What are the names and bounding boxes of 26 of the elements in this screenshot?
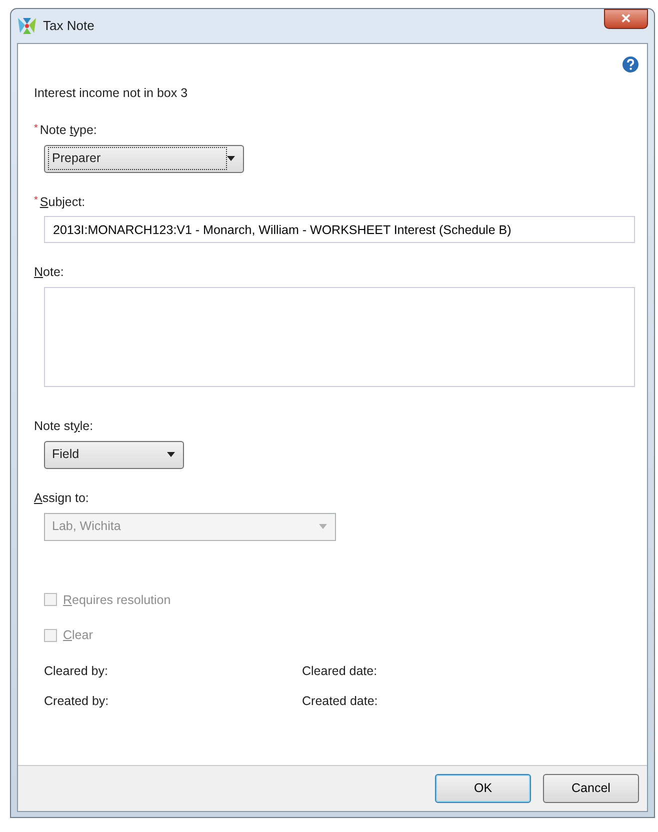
field-label: Note: [34, 264, 64, 282]
help-icon[interactable] [622, 56, 639, 73]
info-label: Created by: [44, 694, 109, 708]
heading-text: Interest income not in box 3 [34, 85, 188, 102]
checkbox-label: Requires resolution [63, 592, 171, 609]
info-label: Created date: [302, 692, 378, 710]
cancel-button[interactable]: Cancel [543, 774, 639, 803]
window-title: Tax Note [43, 17, 94, 36]
field-label: Note type: [40, 122, 97, 139]
dropdown[interactable]: Field [44, 440, 184, 469]
checkbox-label: Clear [63, 627, 93, 644]
caret-icon [167, 452, 175, 458]
info-label: Cleared by: [44, 664, 108, 678]
note-field[interactable] [44, 287, 635, 387]
dropdown[interactable]: Preparer [44, 144, 244, 172]
caret-icon [319, 524, 327, 529]
info-label: Cleared date: [302, 663, 378, 680]
required-mark: * [34, 194, 38, 208]
field-label: Note style: [34, 418, 94, 435]
field-label: Assign to: [34, 490, 89, 507]
field-label: Subject: [40, 194, 86, 211]
app-logo-icon [17, 17, 37, 35]
text-field[interactable]: 2013I:MONARCH123:V1 - Monarch, William - WORKSHEET Interest (Schedule B) [44, 216, 635, 244]
caret-icon [227, 156, 235, 161]
ok-button[interactable]: OK [435, 774, 531, 803]
required-mark: * [34, 122, 38, 136]
